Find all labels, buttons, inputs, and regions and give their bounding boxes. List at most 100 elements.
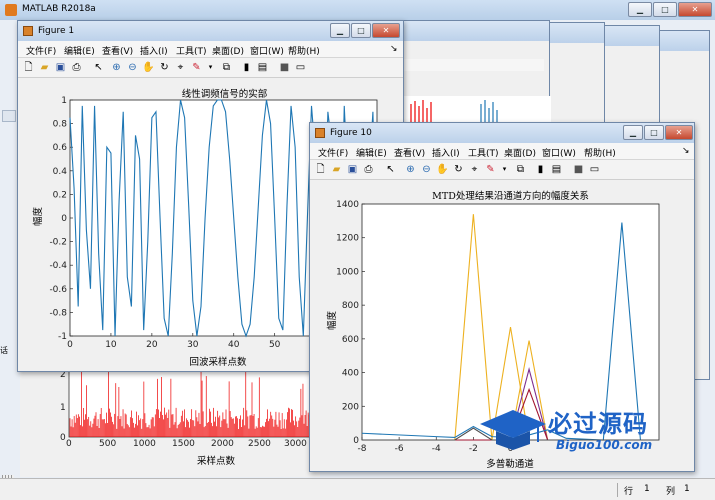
dock-arrow-icon[interactable]: ↘ (390, 44, 398, 54)
rotate-3d-icon[interactable]: ↻ (158, 61, 171, 74)
menu-edit[interactable]: 编辑(E) (356, 146, 387, 159)
minimize-button[interactable]: ▁ (623, 125, 643, 140)
watermark: 必过源码 Biguo100.com (478, 400, 688, 460)
figure-10-title-bar[interactable]: Figure 10 ▁ □ ✕ (310, 123, 694, 143)
new-figure-icon[interactable]: 🗋 (314, 163, 327, 176)
menu-tools[interactable]: 工具(T) (468, 146, 499, 159)
y-tick-label: 1400 (336, 200, 359, 210)
zoom-in-icon[interactable]: ⊕ (404, 163, 417, 176)
figure-icon (23, 26, 33, 36)
figure-10-toolbar: 🗋 ▰ ▣ ⎙ ↖ ⊕ ⊖ ✋ ↻ ⌖ ✎ ▾ ⧉ ▮ ▤ ■ ▭ (310, 160, 694, 180)
select-arrow-icon[interactable]: ↖ (92, 61, 105, 74)
y-tick-label: 800 (342, 301, 359, 311)
dropdown-arrow-icon[interactable]: ▾ (498, 163, 511, 176)
rotate-3d-icon[interactable]: ↻ (452, 163, 465, 176)
lower-plot-panel: 2 1 0 0 500 1000 1500 2000 2500 3000 采样点… (20, 365, 320, 477)
link-plot-icon[interactable]: ⧉ (514, 163, 527, 176)
status-col-value: 1 (684, 484, 690, 494)
menu-file[interactable]: 文件(F) (318, 146, 348, 159)
maximize-button[interactable]: □ (351, 23, 371, 38)
watermark-brand: 必过源码 (548, 410, 648, 438)
menu-file[interactable]: 文件(F) (26, 44, 56, 57)
menu-desktop[interactable]: 桌面(D) (504, 146, 536, 159)
y-tick-label: -0.8 (49, 308, 67, 318)
open-file-icon[interactable]: ▰ (330, 163, 343, 176)
link-plot-icon[interactable]: ⧉ (220, 61, 233, 74)
hide-tools-icon[interactable]: ■ (278, 61, 291, 74)
legend-icon[interactable]: ▤ (256, 61, 269, 74)
close-button[interactable]: ✕ (372, 23, 400, 38)
x-tick-label: 40 (228, 340, 240, 350)
select-arrow-icon[interactable]: ↖ (384, 163, 397, 176)
zoom-out-icon[interactable]: ⊖ (126, 61, 139, 74)
zoom-in-icon[interactable]: ⊕ (110, 61, 123, 74)
x-tick-label: -4 (432, 444, 441, 454)
menu-window[interactable]: 窗口(W) (250, 44, 284, 57)
maximize-button[interactable]: □ (653, 2, 677, 17)
pan-hand-icon[interactable]: ✋ (142, 61, 155, 74)
save-icon[interactable]: ▣ (54, 61, 67, 74)
x-tick-label: 0 (67, 340, 73, 350)
figure-1-toolbar: 🗋 ▰ ▣ ⎙ ↖ ⊕ ⊖ ✋ ↻ ⌖ ✎ ▾ ⧉ ▮ ▤ ■ ▭ (18, 58, 403, 78)
menu-help[interactable]: 帮助(H) (288, 44, 320, 57)
menu-view[interactable]: 查看(V) (102, 44, 133, 57)
legend-icon[interactable]: ▤ (550, 163, 563, 176)
main-window-title: MATLAB R2018a (22, 4, 96, 14)
hide-tools-icon[interactable]: ■ (572, 163, 585, 176)
panel-label-fragment: 话 (0, 346, 8, 355)
x-tick: 3000 (284, 439, 307, 449)
dock-arrow-icon[interactable]: ↘ (682, 146, 690, 156)
x-tick-label: 20 (146, 340, 158, 350)
show-tools-icon[interactable]: ▭ (588, 163, 601, 176)
y-axis-label: 幅度 (33, 206, 44, 226)
menu-insert[interactable]: 插入(I) (140, 44, 168, 57)
figure-1-menubar: 文件(F) 编辑(E) 查看(V) 插入(I) 工具(T) 桌面(D) 窗口(W… (18, 41, 403, 58)
minimize-button[interactable]: ▁ (628, 2, 652, 17)
pan-hand-icon[interactable]: ✋ (436, 163, 449, 176)
colorbar-icon[interactable]: ▮ (240, 61, 253, 74)
back-arrow-icon[interactable] (2, 110, 16, 122)
print-icon[interactable]: ⎙ (362, 163, 375, 176)
brush-icon[interactable]: ✎ (484, 163, 497, 176)
save-icon[interactable]: ▣ (346, 163, 359, 176)
menu-insert[interactable]: 插入(I) (432, 146, 460, 159)
close-button[interactable]: ✕ (678, 2, 712, 17)
y-tick: 0 (60, 433, 66, 443)
main-title-bar: MATLAB R2018a ▁ □ ✕ (0, 0, 715, 20)
menu-window[interactable]: 窗口(W) (542, 146, 576, 159)
brush-icon[interactable]: ✎ (190, 61, 203, 74)
zoom-out-icon[interactable]: ⊖ (420, 163, 433, 176)
dropdown-arrow-icon[interactable]: ▾ (204, 61, 217, 74)
menu-desktop[interactable]: 桌面(D) (212, 44, 244, 57)
colorbar-icon[interactable]: ▮ (534, 163, 547, 176)
close-button[interactable]: ✕ (665, 125, 693, 140)
status-row-label: 行 (624, 487, 634, 497)
figure-1-title-bar[interactable]: Figure 1 ▁ □ ✕ (18, 21, 403, 41)
show-tools-icon[interactable]: ▭ (294, 61, 307, 74)
y-tick-label: -0.2 (49, 238, 67, 248)
y-tick-label: 1 (61, 96, 67, 106)
open-file-icon[interactable]: ▰ (38, 61, 51, 74)
status-bar: 行 1 列 1 (0, 478, 715, 500)
menu-tools[interactable]: 工具(T) (176, 44, 207, 57)
maximize-button[interactable]: □ (644, 125, 664, 140)
y-tick-label: 0.4 (53, 167, 68, 177)
menu-edit[interactable]: 编辑(E) (64, 44, 95, 57)
new-figure-icon[interactable]: 🗋 (22, 61, 35, 74)
x-tick-label: 50 (269, 340, 281, 350)
data-cursor-icon[interactable]: ⌖ (174, 61, 187, 74)
y-tick-label: 0.2 (53, 190, 67, 200)
matlab-logo-icon (5, 4, 17, 16)
print-icon[interactable]: ⎙ (70, 61, 83, 74)
x-tick-label: -6 (395, 444, 404, 454)
menu-view[interactable]: 查看(V) (394, 146, 425, 159)
y-tick-label: 0 (61, 214, 67, 224)
data-cursor-icon[interactable]: ⌖ (468, 163, 481, 176)
y-tick-label: 400 (342, 369, 359, 379)
minimize-button[interactable]: ▁ (330, 23, 350, 38)
menu-help[interactable]: 帮助(H) (584, 146, 616, 159)
status-col-label: 列 (666, 487, 676, 497)
lower-plot (68, 366, 320, 438)
x-tick: 500 (99, 439, 117, 449)
y-tick-label: -0.6 (49, 285, 67, 295)
